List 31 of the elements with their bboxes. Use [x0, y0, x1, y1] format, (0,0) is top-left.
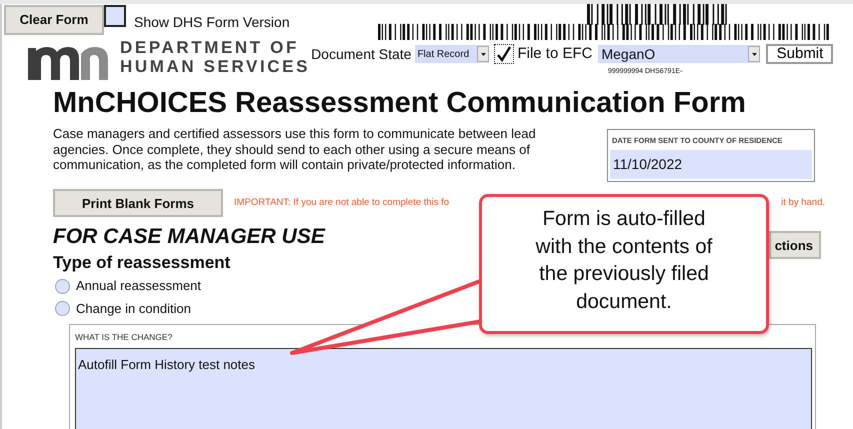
clear-form-button[interactable]: Clear Form: [4, 5, 104, 35]
checkbox[interactable]: [104, 5, 126, 27]
submit-button[interactable]: Submit: [766, 44, 834, 64]
department-name: DEPARTMENT OF: [120, 38, 300, 57]
change-text-field[interactable]: Autofill Form History test notes: [75, 348, 812, 429]
checkbox-label: Show DHS Form Version: [134, 13, 290, 32]
checkbox-label: File to EFC: [517, 44, 592, 64]
radio-button[interactable]: [55, 278, 70, 294]
department-name: HUMAN SERVICES: [120, 57, 310, 76]
section-title: FOR CASE MANAGER USE: [53, 225, 325, 250]
caret-icon: [480, 52, 486, 56]
radio-label: Annual reassessment: [76, 277, 202, 296]
print-blank-forms-button[interactable]: Print Blank Forms: [53, 189, 223, 218]
caret-icon: [752, 52, 757, 56]
field-label: WHAT IS THE CHANGE?: [75, 331, 174, 344]
notice-text: it by hand.: [781, 196, 825, 210]
instructions-button[interactable]: ctions: [769, 231, 821, 260]
date-field[interactable]: 11/10/2022: [610, 150, 812, 180]
checkbox[interactable]: [494, 44, 514, 64]
checkmark-icon: [497, 46, 512, 62]
document-state-dropdown[interactable]: Flat Record: [415, 45, 490, 64]
logo-icon: [28, 44, 110, 80]
user-dropdown[interactable]: MeganO: [598, 45, 760, 64]
notice-text: IMPORTANT: If you are not able to complete this fo: [234, 196, 450, 210]
document-state-label: Document State: [311, 44, 412, 64]
callout-bubble: Form is auto-filled with the contents of the previously filed document.: [479, 194, 769, 334]
intro-paragraph: Case managers and certified assessors use this form to communicate between lead agencies. Once complete, they should send to each other using a secure means of communication, as the completed form will contain private/protected information.: [53, 126, 537, 174]
radio-button[interactable]: [55, 301, 70, 316]
section-subtitle: Type of reassessment: [53, 253, 230, 274]
form-title: MnCHOICES Reassessment Communication Form: [53, 86, 746, 120]
radio-label: Change in condition: [76, 300, 191, 318]
